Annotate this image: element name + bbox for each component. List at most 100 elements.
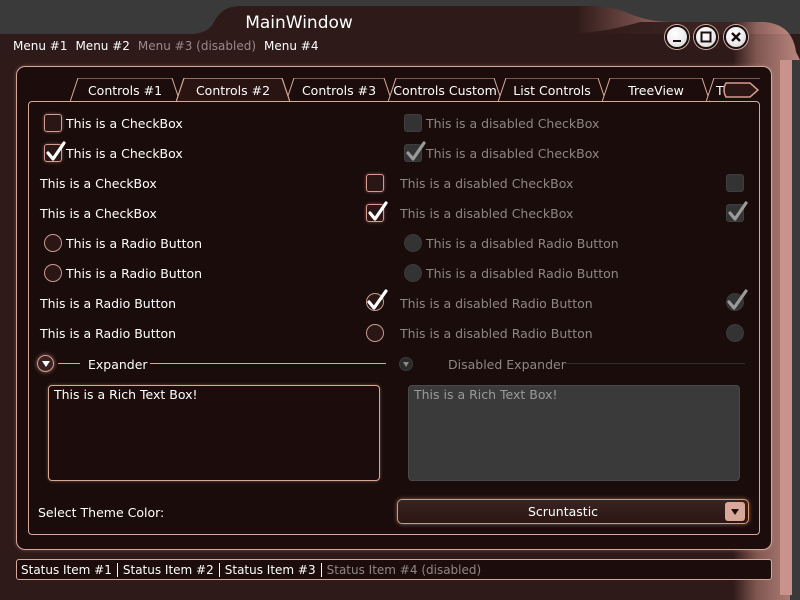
checkbox-label-left-unchecked-row: This is a CheckBox [40, 173, 157, 193]
checkbox-box-disabled [404, 114, 422, 132]
minimize-button[interactable] [665, 25, 689, 49]
tab-label: Controls #3 [301, 82, 377, 98]
close-button[interactable] [724, 25, 748, 49]
menu-item-3-disabled: Menu #3 (disabled) [137, 39, 257, 53]
disabled-checkbox-right-checked [726, 201, 748, 222]
chevron-down-icon [731, 508, 739, 515]
checkbox-box[interactable] [44, 114, 62, 132]
status-item-2: Status Item #2 [118, 562, 220, 577]
radio-circle[interactable] [44, 264, 62, 282]
disabled-radio-row-4: This is a disabled Radio Button [400, 323, 593, 343]
tab-strip: Controls #1 Controls #3 Controls Custom … [70, 78, 760, 102]
tab-label: T [716, 82, 724, 98]
disabled-checkbox-label: This is a disabled CheckBox [426, 115, 600, 131]
checked-radio-icon[interactable] [365, 288, 389, 312]
checkmark-icon [406, 141, 426, 161]
tab-scroll-right-icon[interactable] [720, 82, 760, 98]
chevron-down-icon [403, 361, 409, 367]
menu-item-2[interactable]: Menu #2 [75, 39, 129, 53]
disabled-checked-radio-icon [726, 289, 748, 311]
menu-item-4[interactable]: Menu #4 [264, 39, 318, 53]
radio-label-left-row-1: This is a Radio Button [40, 293, 176, 313]
disabled-radio-label: This is a disabled Radio Button [426, 265, 619, 281]
disabled-expander-header: Disabled Expander [448, 354, 566, 374]
disabled-checkbox-label: This is a disabled CheckBox [400, 205, 574, 221]
disabled-expander-toggle [399, 357, 413, 371]
minimize-icon [673, 40, 681, 42]
expander-toggle[interactable] [37, 355, 54, 372]
radio-label: This is a Radio Button [40, 295, 177, 311]
tab-controls-3[interactable]: Controls #3 [286, 78, 392, 102]
dropdown-button[interactable] [725, 502, 745, 521]
tab-list-controls[interactable]: List Controls [498, 78, 606, 102]
checkbox-label: This is a CheckBox [40, 175, 157, 191]
checkbox-label: This is a CheckBox [66, 145, 183, 161]
checkbox-right-aligned-checked[interactable] [366, 201, 388, 222]
radio-button-1[interactable]: This is a Radio Button [44, 233, 202, 253]
checkbox-checked[interactable]: This is a CheckBox [44, 141, 183, 163]
tab-label: List Controls [513, 82, 591, 98]
chevron-down-icon [41, 360, 50, 367]
radio-label: This is a Radio Button [40, 325, 177, 341]
disabled-checkbox-checked: This is a disabled CheckBox [404, 141, 600, 163]
disabled-rich-text-value: This is a Rich Text Box! [414, 387, 558, 402]
checkmark-icon [368, 201, 388, 221]
disabled-radio-label: This is a disabled Radio Button [426, 235, 619, 251]
checkbox-label: This is a CheckBox [66, 115, 183, 131]
checkbox-unchecked[interactable]: This is a CheckBox [44, 113, 183, 133]
tab-treeview[interactable]: TreeView [602, 78, 710, 102]
tab-label: Controls #1 [87, 82, 163, 98]
disabled-radio-label: This is a disabled Radio Button [400, 325, 593, 341]
disabled-checkbox-unchecked: This is a disabled CheckBox [404, 113, 599, 133]
menu-item-1[interactable]: Menu #1 [13, 39, 67, 53]
disabled-checkbox-row-4: This is a disabled CheckBox [400, 203, 573, 223]
theme-label-row: Select Theme Color: [38, 502, 164, 522]
rich-text-box[interactable]: This is a Rich Text Box! [48, 385, 380, 481]
radio-right-aligned[interactable] [366, 324, 384, 342]
status-item-1: Status Item #1 [21, 562, 118, 577]
theme-color-select[interactable]: Scruntastic [397, 499, 749, 524]
expander-divider-right [150, 363, 386, 364]
radio-label: This is a Radio Button [66, 235, 203, 251]
window-title: MainWindow [245, 13, 353, 33]
rich-text-value: This is a Rich Text Box! [54, 387, 198, 402]
tab-label: TreeView [628, 82, 684, 98]
maximize-button[interactable] [694, 25, 718, 49]
disabled-expander-label: Disabled Expander [448, 356, 566, 372]
radio-label-left-row-2: This is a Radio Button [40, 323, 176, 343]
disabled-radio-label: This is a disabled Radio Button [400, 295, 593, 311]
maximize-icon [700, 31, 712, 43]
checkbox-label-left-checked-row: This is a CheckBox [40, 203, 157, 223]
disabled-checkbox-label: This is a disabled CheckBox [426, 145, 600, 161]
checkbox-right-aligned-unchecked[interactable] [366, 174, 384, 192]
expander-divider-left [58, 363, 80, 364]
checkbox-box[interactable] [44, 141, 66, 162]
disabled-radio-row-3: This is a disabled Radio Button [400, 293, 593, 313]
checkbox-label: This is a CheckBox [40, 205, 157, 221]
expander-header[interactable]: Expander [88, 354, 148, 374]
disabled-expander-divider [565, 363, 745, 364]
theme-selected-value: Scruntastic [527, 504, 599, 519]
menu-bar: Menu #1 Menu #2 Menu #3 (disabled) Menu … [13, 39, 327, 53]
radio-circle-disabled [404, 264, 422, 282]
radio-label: This is a Radio Button [66, 265, 203, 281]
theme-label: Select Theme Color: [38, 504, 165, 520]
disabled-checkbox-row-3: This is a disabled CheckBox [400, 173, 573, 193]
checkmark-icon [728, 201, 748, 221]
tab-controls-2[interactable]: Controls #2 [176, 78, 290, 102]
radio-circle-disabled [404, 234, 422, 252]
tab-label: Controls Custom [393, 82, 497, 98]
disabled-radio-right [726, 324, 744, 342]
radio-button-2[interactable]: This is a Radio Button [44, 263, 202, 283]
status-bar: Status Item #1 Status Item #2 Status Ite… [16, 559, 772, 580]
checkbox-box-disabled [404, 141, 426, 162]
expander-label: Expander [88, 356, 148, 372]
disabled-checkbox-label: This is a disabled CheckBox [400, 175, 574, 191]
tab-controls-custom[interactable]: Controls Custom [388, 78, 502, 102]
disabled-radio-2: This is a disabled Radio Button [404, 263, 619, 283]
tab-controls-1[interactable]: Controls #1 [70, 78, 180, 102]
disabled-checkbox-right-unchecked [726, 174, 744, 192]
status-item-3: Status Item #3 [220, 562, 322, 577]
radio-circle[interactable] [44, 234, 62, 252]
close-icon [731, 32, 741, 42]
